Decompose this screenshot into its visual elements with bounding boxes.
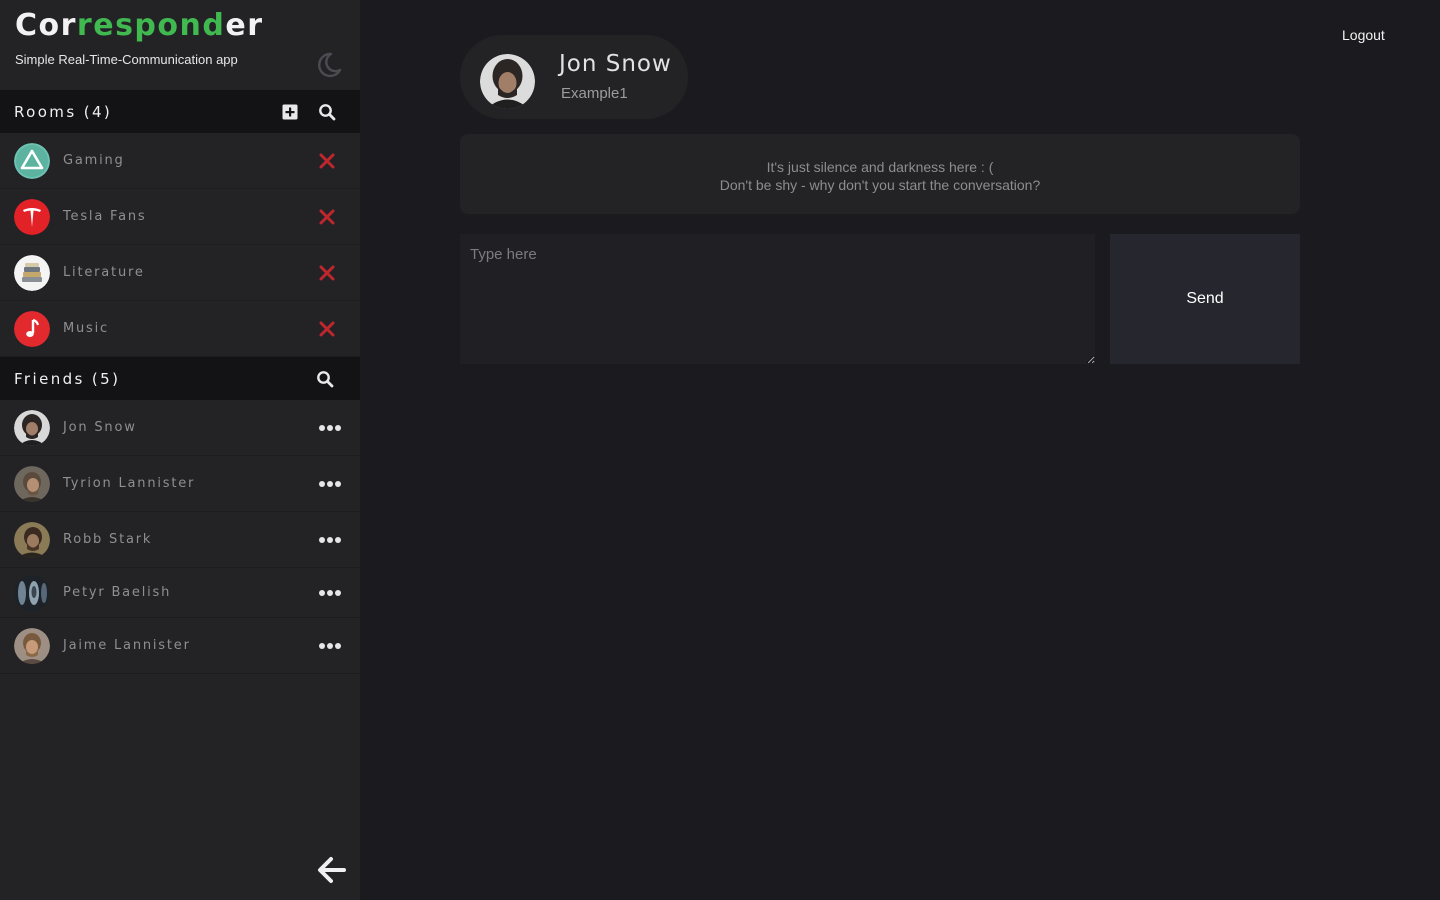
friend-item-robb-stark[interactable]: Robb Stark [0, 512, 360, 568]
delete-room-icon[interactable] [318, 208, 336, 226]
more-options-icon[interactable] [318, 536, 342, 544]
avatar [14, 627, 50, 664]
room-item-literature[interactable]: Literature [0, 245, 360, 301]
friend-item-tyrion-lannister[interactable]: Tyrion Lannister [0, 456, 360, 512]
more-options-icon[interactable] [318, 480, 342, 488]
room-label: Music [63, 321, 109, 336]
contact-subtitle: Example1 [561, 85, 628, 102]
empty-chat-message: It's just silence and darkness here : ( … [460, 134, 1300, 214]
room-label: Tesla Fans [63, 209, 147, 224]
delete-room-icon[interactable] [318, 152, 336, 170]
contact-name: Jon Snow [559, 51, 672, 77]
tesla-logo-icon [14, 198, 50, 235]
room-item-tesla-fans[interactable]: Tesla Fans [0, 189, 360, 245]
delete-room-icon[interactable] [318, 320, 336, 338]
triangle-icon [14, 142, 50, 179]
more-options-icon[interactable] [318, 589, 342, 597]
friend-label: Jaime Lannister [63, 638, 191, 653]
books-icon [14, 254, 50, 291]
rooms-title: Rooms (4) [14, 102, 113, 121]
avatar [14, 521, 50, 558]
friends-header: Friends (5) [0, 357, 360, 400]
empty-line-2: Don't be shy - why don't you start the c… [719, 177, 1041, 193]
sidebar: Corresponder Simple Real-Time-Communicat… [0, 0, 360, 900]
friend-item-petyr-baelish[interactable]: Petyr Baelish [0, 568, 360, 618]
avatar [14, 574, 50, 611]
friend-label: Jon Snow [63, 420, 137, 435]
friend-item-jon-snow[interactable]: Jon Snow [0, 400, 360, 456]
add-room-icon[interactable] [281, 103, 299, 121]
room-item-music[interactable]: Music [0, 301, 360, 357]
avatar [14, 409, 50, 446]
search-friends-icon[interactable] [316, 370, 334, 388]
search-rooms-icon[interactable] [318, 103, 336, 121]
moon-icon[interactable] [314, 51, 342, 79]
brand-header: Corresponder Simple Real-Time-Communicat… [0, 0, 360, 90]
chat-contact-header: Jon Snow Example1 [460, 35, 688, 119]
avatar [480, 54, 535, 109]
app-title: Corresponder [15, 8, 264, 43]
delete-room-icon[interactable] [318, 264, 336, 282]
arrow-left-icon[interactable] [316, 855, 348, 885]
send-button[interactable]: Send [1110, 234, 1300, 364]
friend-label: Robb Stark [63, 532, 153, 547]
app-subtitle: Simple Real-Time-Communication app [15, 52, 238, 67]
more-options-icon[interactable] [318, 424, 342, 432]
room-label: Gaming [63, 153, 125, 168]
more-options-icon[interactable] [318, 642, 342, 650]
friend-label: Petyr Baelish [63, 585, 172, 600]
app-title-accent: respond [76, 8, 226, 43]
room-item-gaming[interactable]: Gaming [0, 133, 360, 189]
rooms-header: Rooms (4) [0, 90, 360, 133]
avatar [14, 465, 50, 502]
logout-link[interactable]: Logout [1342, 27, 1385, 43]
empty-line-1: It's just silence and darkness here : ( [766, 159, 994, 175]
friend-item-jaime-lannister[interactable]: Jaime Lannister [0, 618, 360, 674]
friends-title: Friends (5) [14, 369, 121, 388]
room-label: Literature [63, 265, 145, 280]
message-input[interactable] [460, 234, 1095, 364]
friend-label: Tyrion Lannister [63, 476, 196, 491]
music-note-icon [14, 310, 50, 347]
